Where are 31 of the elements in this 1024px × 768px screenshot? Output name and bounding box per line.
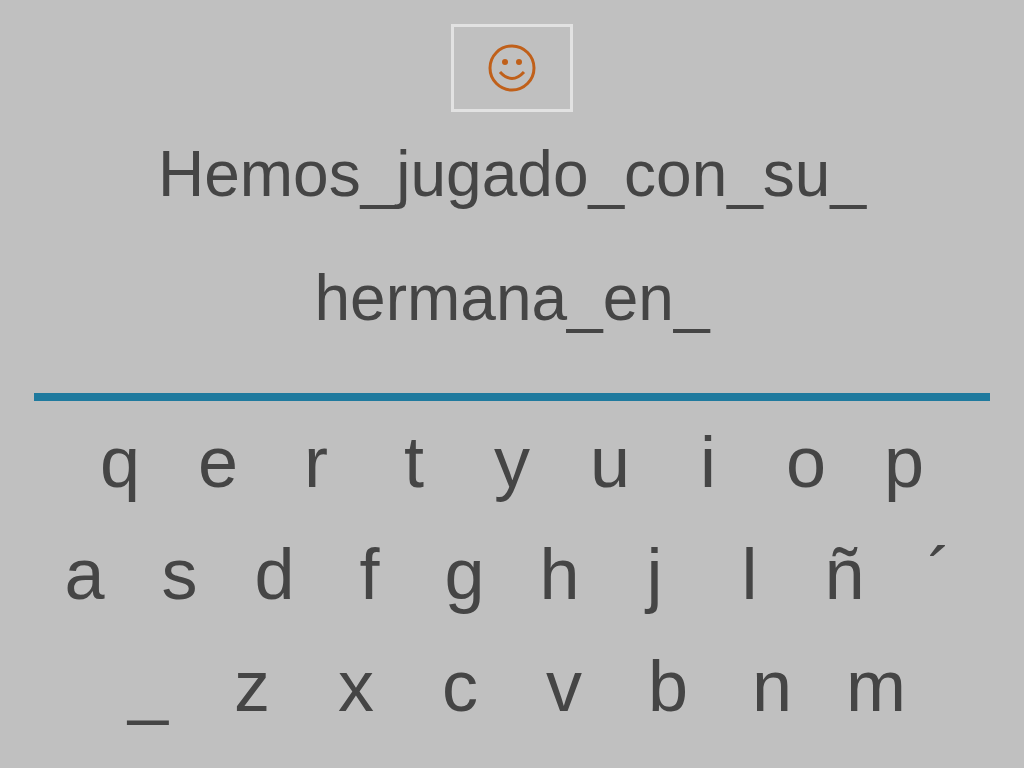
letter-key[interactable]: j [607, 531, 702, 617]
letter-key[interactable]: y [463, 419, 561, 505]
letter-key[interactable]: m [824, 643, 928, 729]
sentence-line: Hemos_jugado_con_su_ [157, 137, 867, 212]
letter-key[interactable]: s [132, 531, 227, 617]
letter-key[interactable]: _ [96, 643, 200, 729]
letter-key[interactable]: x [304, 643, 408, 729]
letter-key[interactable]: o [757, 419, 855, 505]
letter-key[interactable]: t [365, 419, 463, 505]
letter-key[interactable]: h [512, 531, 607, 617]
letter-key[interactable]: c [408, 643, 512, 729]
letter-key[interactable]: b [616, 643, 720, 729]
letter-key[interactable]: f [322, 531, 417, 617]
letter-key[interactable]: d [227, 531, 322, 617]
letter-key[interactable]: n [720, 643, 824, 729]
letter-key[interactable]: q [71, 419, 169, 505]
letter-key[interactable]: g [417, 531, 512, 617]
feedback-button[interactable] [451, 24, 573, 112]
letter-key[interactable]: ñ [797, 531, 892, 617]
letter-key[interactable]: u [561, 419, 659, 505]
sentence-line: hermana_en_ [314, 261, 710, 336]
letter-key[interactable]: i [659, 419, 757, 505]
letter-key[interactable]: a [37, 531, 132, 617]
letter-key[interactable]: r [267, 419, 365, 505]
letter-key[interactable]: p [855, 419, 953, 505]
letter-key[interactable]: z [200, 643, 304, 729]
letter-key[interactable]: e [169, 419, 267, 505]
smiley-icon [487, 43, 537, 93]
letter-key[interactable]: v [512, 643, 616, 729]
letter-key[interactable]: l [702, 531, 797, 617]
letter-key[interactable]: ´ [892, 531, 987, 617]
